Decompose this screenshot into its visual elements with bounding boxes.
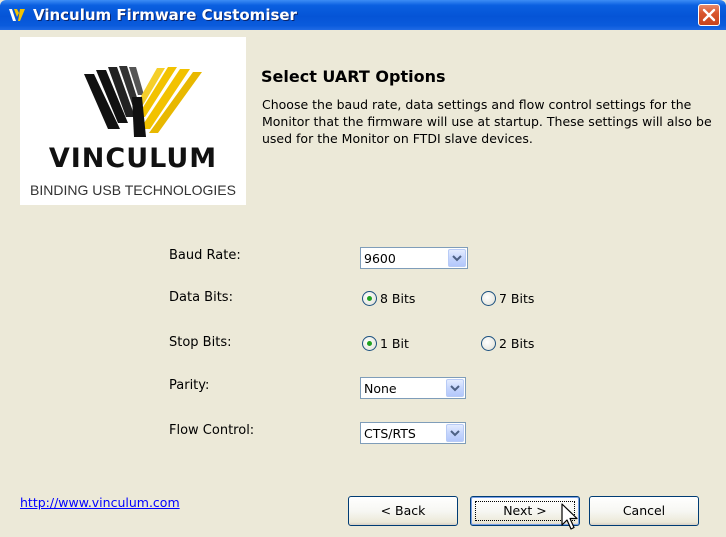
flow-control-label: Flow Control: xyxy=(169,423,255,438)
data-bits-7-label: 7 Bits xyxy=(499,291,535,306)
parity-label: Parity: xyxy=(169,378,210,393)
flow-control-value: CTS/RTS xyxy=(364,426,416,441)
cancel-button[interactable]: Cancel xyxy=(589,496,699,526)
parity-select[interactable]: None xyxy=(360,377,466,399)
data-bits-label: Data Bits: xyxy=(169,290,233,305)
stop-bits-1-label: 1 Bit xyxy=(380,336,409,351)
radio-selected-icon xyxy=(362,336,377,351)
parity-value: None xyxy=(364,381,397,396)
radio-unselected-icon xyxy=(481,291,496,306)
page-heading: Select UART Options xyxy=(261,67,446,86)
baud-rate-value: 9600 xyxy=(364,251,396,266)
logo-graphic xyxy=(84,66,202,137)
vinculum-app-icon xyxy=(9,9,25,21)
window-title: Vinculum Firmware Customiser xyxy=(33,6,297,24)
stop-bits-label: Stop Bits: xyxy=(169,335,232,350)
close-button[interactable] xyxy=(698,4,720,26)
baud-rate-label: Baud Rate: xyxy=(169,248,241,263)
chevron-down-icon[interactable] xyxy=(446,379,464,397)
radio-selected-icon xyxy=(362,291,377,306)
baud-rate-select[interactable]: 9600 xyxy=(360,247,468,269)
vinculum-logo: VINCULUM BINDING USB TECHNOLOGIES xyxy=(20,37,246,205)
title-bar[interactable]: Vinculum Firmware Customiser xyxy=(0,0,726,30)
back-button[interactable]: < Back xyxy=(348,496,458,526)
flow-control-select[interactable]: CTS/RTS xyxy=(360,422,466,444)
chevron-down-icon[interactable] xyxy=(446,424,464,442)
stop-bits-1-radio[interactable]: 1 Bit xyxy=(362,335,442,353)
data-bits-7-radio[interactable]: 7 Bits xyxy=(481,290,561,308)
radio-unselected-icon xyxy=(481,336,496,351)
vinculum-website-link[interactable]: http://www.vinculum.com xyxy=(20,495,180,510)
logo-wordmark: VINCULUM xyxy=(48,143,218,174)
data-bits-8-label: 8 Bits xyxy=(380,291,416,306)
chevron-down-icon[interactable] xyxy=(448,249,466,267)
close-icon xyxy=(702,8,716,22)
mouse-pointer-icon xyxy=(561,503,578,530)
data-bits-8-radio[interactable]: 8 Bits xyxy=(362,290,442,308)
stop-bits-2-label: 2 Bits xyxy=(499,336,535,351)
stop-bits-2-radio[interactable]: 2 Bits xyxy=(481,335,561,353)
logo-tagline: BINDING USB TECHNOLOGIES xyxy=(30,182,236,198)
page-description: Choose the baud rate, data settings and … xyxy=(262,97,712,146)
